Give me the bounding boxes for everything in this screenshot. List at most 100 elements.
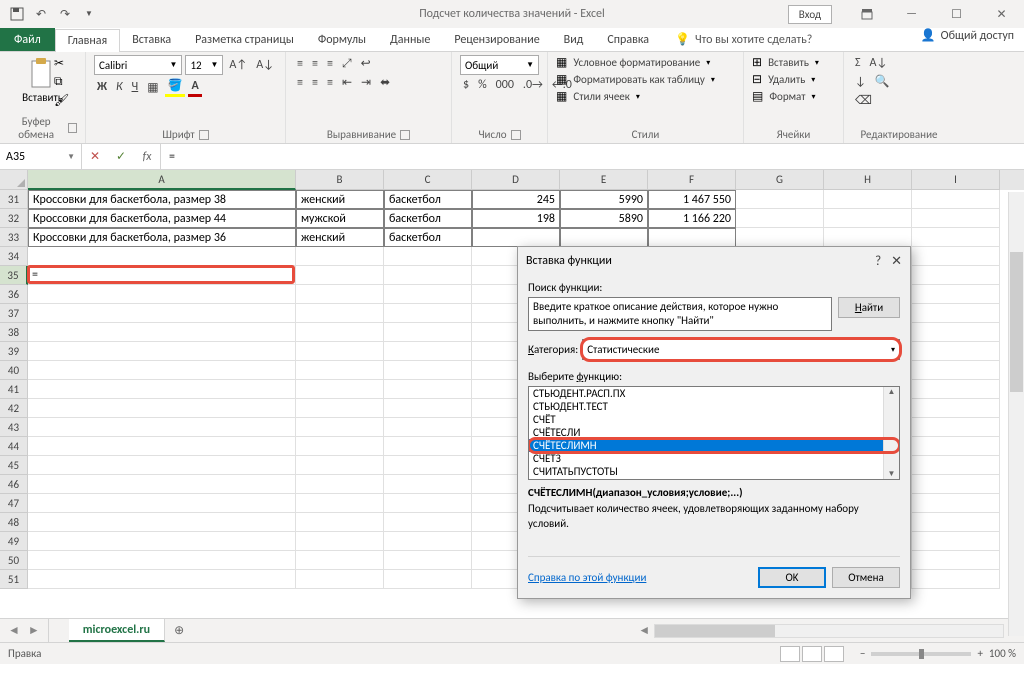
dialog-titlebar[interactable]: Вставка функции ? ✕: [518, 247, 910, 275]
format-table-button[interactable]: Форматировать как таблицу: [570, 72, 708, 87]
cell[interactable]: [296, 399, 384, 418]
new-sheet-button[interactable]: ⊕: [165, 619, 193, 642]
cell[interactable]: [28, 380, 296, 399]
cell[interactable]: [912, 494, 1000, 513]
cell[interactable]: [384, 304, 472, 323]
comma-icon[interactable]: 000: [493, 77, 517, 93]
tab-view[interactable]: Вид: [552, 28, 596, 51]
zoom-in-icon[interactable]: +: [977, 647, 982, 660]
font-name-select[interactable]: Calibri▼: [94, 55, 182, 75]
cell[interactable]: [28, 418, 296, 437]
minimize-icon[interactable]: —: [889, 0, 934, 28]
column-header[interactable]: I: [912, 170, 1000, 190]
cut-icon[interactable]: ✂: [54, 56, 69, 71]
cell[interactable]: [912, 361, 1000, 380]
format-painter-icon[interactable]: 🖌: [54, 93, 69, 108]
row-header[interactable]: 51: [0, 570, 28, 589]
cell[interactable]: [28, 494, 296, 513]
name-box[interactable]: A35▼: [0, 144, 82, 169]
function-list-item[interactable]: СТЬЮДЕНТ.РАСП.ПХ: [529, 387, 899, 400]
tab-formulas[interactable]: Формулы: [306, 28, 378, 51]
align-launcher[interactable]: [400, 130, 410, 140]
number-format-select[interactable]: Общий▼: [460, 55, 539, 75]
close-dialog-icon[interactable]: ✕: [891, 254, 902, 269]
cell[interactable]: Кроссовки для баскетбола, размер 36: [28, 228, 296, 247]
normal-view-icon[interactable]: [780, 646, 800, 662]
row-header[interactable]: 45: [0, 456, 28, 475]
currency-icon[interactable]: $: [460, 77, 472, 93]
italic-icon[interactable]: К: [113, 79, 126, 95]
cell[interactable]: [912, 437, 1000, 456]
function-list-item[interactable]: СЧЁТЗ: [529, 452, 899, 465]
cell[interactable]: [296, 532, 384, 551]
cell[interactable]: [912, 380, 1000, 399]
cell[interactable]: [384, 285, 472, 304]
fill-color-icon[interactable]: 🪣: [165, 77, 186, 97]
format-cells-button[interactable]: Формат: [766, 89, 808, 104]
cell[interactable]: [912, 551, 1000, 570]
close-icon[interactable]: ✕: [979, 0, 1024, 28]
cell[interactable]: [384, 551, 472, 570]
cell[interactable]: [912, 285, 1000, 304]
cell[interactable]: [384, 513, 472, 532]
font-size-select[interactable]: 12▼: [185, 55, 223, 75]
font-color-icon[interactable]: A: [188, 78, 201, 97]
cell[interactable]: [384, 418, 472, 437]
column-header[interactable]: G: [736, 170, 824, 190]
cancel-formula-icon[interactable]: ✕: [82, 149, 108, 164]
cell[interactable]: [912, 342, 1000, 361]
cell[interactable]: [384, 456, 472, 475]
clear-icon[interactable]: ⌫: [852, 92, 875, 109]
cell[interactable]: [28, 361, 296, 380]
font-launcher[interactable]: [199, 130, 209, 140]
cell[interactable]: 5990: [560, 190, 648, 209]
cell[interactable]: [560, 228, 648, 247]
cell[interactable]: [296, 494, 384, 513]
row-header[interactable]: 33: [0, 228, 28, 247]
tab-insert[interactable]: Вставка: [120, 28, 183, 51]
align-bottom-icon[interactable]: ≡: [324, 56, 336, 72]
column-header[interactable]: B: [296, 170, 384, 190]
cell[interactable]: [296, 437, 384, 456]
bold-icon[interactable]: Ж: [94, 79, 110, 95]
cell[interactable]: [296, 323, 384, 342]
row-header[interactable]: 43: [0, 418, 28, 437]
cell[interactable]: [28, 285, 296, 304]
qa-dropdown-icon[interactable]: ▼: [78, 3, 100, 25]
cell[interactable]: [384, 342, 472, 361]
login-button[interactable]: Вход: [788, 5, 832, 24]
cell-styles-button[interactable]: Стили ячеек: [570, 89, 633, 104]
cell[interactable]: [912, 304, 1000, 323]
cell[interactable]: женский: [296, 190, 384, 209]
align-center-icon[interactable]: ≡: [309, 75, 321, 91]
cell[interactable]: женский: [296, 228, 384, 247]
sheet-nav[interactable]: ◄►: [0, 619, 49, 642]
increase-font-icon[interactable]: A↑: [226, 57, 250, 73]
wrap-text-icon[interactable]: ↩: [358, 55, 374, 72]
search-function-input[interactable]: Введите краткое описание действия, котор…: [528, 297, 832, 331]
cell[interactable]: [384, 399, 472, 418]
tab-data[interactable]: Данные: [378, 28, 442, 51]
cell[interactable]: Кроссовки для баскетбола, размер 38: [28, 190, 296, 209]
cond-format-button[interactable]: Условное форматирование: [570, 55, 703, 70]
cell[interactable]: [384, 323, 472, 342]
decrease-font-icon[interactable]: A↓: [253, 57, 277, 73]
delete-cells-button[interactable]: Удалить: [765, 72, 808, 87]
cell[interactable]: [384, 266, 472, 285]
cell[interactable]: =: [28, 266, 296, 285]
vertical-scrollbar[interactable]: [1008, 192, 1024, 636]
row-header[interactable]: 34: [0, 247, 28, 266]
cell[interactable]: [384, 570, 472, 589]
cell[interactable]: [28, 323, 296, 342]
help-link[interactable]: Справка по этой функции: [528, 571, 646, 584]
column-header[interactable]: D: [472, 170, 560, 190]
function-list-item[interactable]: СЧИТАТЬПУСТОТЫ: [529, 465, 899, 478]
cell[interactable]: [384, 380, 472, 399]
cell[interactable]: [384, 532, 472, 551]
cell[interactable]: [912, 418, 1000, 437]
copy-icon[interactable]: ⧉: [54, 75, 69, 89]
cell[interactable]: [912, 513, 1000, 532]
cell[interactable]: [296, 247, 384, 266]
tab-layout[interactable]: Разметка страницы: [183, 28, 306, 51]
row-header[interactable]: 36: [0, 285, 28, 304]
